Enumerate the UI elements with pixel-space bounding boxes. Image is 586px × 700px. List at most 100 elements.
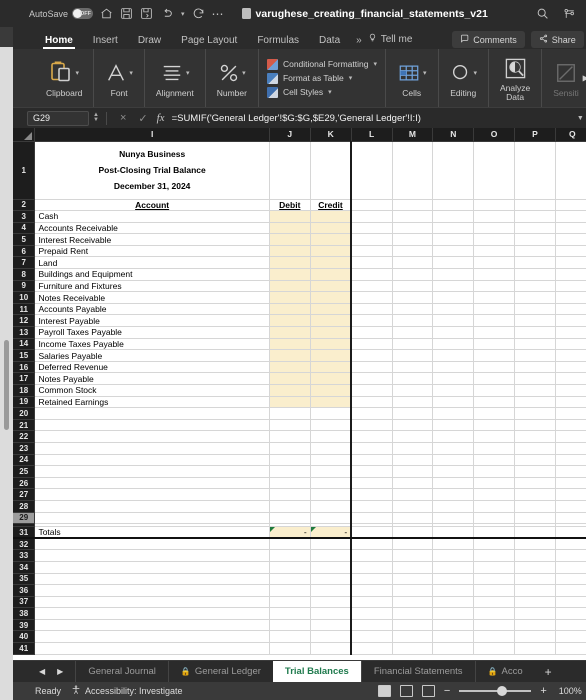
column-header-O[interactable]: O [473,128,516,142]
cell-styles-chevron-down-icon[interactable]: ▾ [328,88,332,96]
cell-J39[interactable] [269,619,311,632]
cell-J36[interactable] [269,584,311,597]
cell-K5[interactable] [310,233,353,246]
column-header-N[interactable]: N [432,128,475,142]
cell-styles-button[interactable]: Cell Styles ▾ [266,86,332,98]
enter-icon[interactable]: ✓ [138,112,147,125]
account-cell-I31[interactable]: Totals [34,526,270,540]
header-credit[interactable]: Credit [310,199,353,212]
cell-J28[interactable] [269,500,311,513]
cell-O27[interactable] [473,488,516,501]
cell-L3[interactable] [351,210,393,223]
row-header-38[interactable]: 38 [13,607,36,620]
cell-I33[interactable] [34,549,270,562]
cell-J26[interactable] [269,477,311,490]
cell-Q39[interactable] [555,619,586,632]
cell-Q9[interactable] [555,280,586,293]
cell-N1[interactable] [432,141,475,200]
cell-N22[interactable] [432,430,475,443]
cell-O38[interactable] [473,607,516,620]
account-cell-I7[interactable]: Land [34,256,270,270]
row-header-7[interactable]: 7 [13,256,36,270]
normal-view-icon[interactable] [377,685,391,697]
account-cell-I17[interactable]: Notes Payable [34,372,270,385]
column-header-K[interactable]: K [310,128,352,142]
autosave-toggle[interactable]: AutoSave OFF [29,8,94,19]
account-cell-I18[interactable]: Common Stock [34,384,270,397]
cell-L39[interactable] [351,619,393,632]
cell-J20[interactable] [269,407,311,420]
cell-M25[interactable] [392,465,434,478]
format-as-table-button[interactable]: Format as Table ▾ [266,72,352,84]
sheet-tab-financial-statements[interactable]: Financial Statements [360,661,475,682]
cell-J3[interactable] [269,210,311,223]
cell-O34[interactable] [473,561,516,574]
cell-Q14[interactable] [555,338,586,351]
editing-icon[interactable]: ▾ [450,59,477,87]
cell-O10[interactable] [473,291,516,304]
cell-L31[interactable] [351,526,393,540]
cell-O16[interactable] [473,361,516,374]
cell-L20[interactable] [351,407,393,420]
cell-O22[interactable] [473,430,516,443]
cell-L12[interactable] [351,314,393,328]
alignment-icon[interactable]: ▾ [160,59,190,87]
row-header-34[interactable]: 34 [13,561,36,574]
cell-Q28[interactable] [555,500,586,513]
cell-M4[interactable] [392,222,434,235]
cell-P24[interactable] [514,454,556,467]
column-header-Q[interactable]: Q [555,128,586,142]
cell-M17[interactable] [392,372,434,385]
cell-N7[interactable] [432,256,475,270]
alignment-chevron-down-icon[interactable]: ▾ [186,69,190,77]
font-group[interactable]: ▾ Font [94,49,145,107]
zoom-in-button[interactable]: + [540,685,546,697]
alignment-group[interactable]: ▾ Alignment [145,49,206,107]
cell-I25[interactable] [34,465,270,478]
cell-I36[interactable] [34,584,270,597]
cell-Q27[interactable] [555,488,586,501]
cells-icon[interactable]: ▾ [397,59,427,87]
cell-J19[interactable] [269,396,311,409]
cell-P32[interactable] [514,538,556,551]
cell-J27[interactable] [269,488,311,501]
cell-P19[interactable] [514,396,556,409]
cell-I38[interactable] [34,607,270,620]
number-chevron-down-icon[interactable]: ▾ [242,69,246,77]
cell-L18[interactable] [351,384,393,397]
cell-M10[interactable] [392,291,434,304]
cell-N8[interactable] [432,268,475,281]
cell-Q35[interactable] [555,573,586,586]
cell-K28[interactable] [310,500,353,513]
accessibility-button[interactable]: Accessibility: Investigate [71,685,183,697]
cell-K14[interactable] [310,338,353,351]
zoom-slider[interactable] [459,686,532,696]
cell-N3[interactable] [432,210,475,223]
cell-M19[interactable] [392,396,434,409]
cell-J15[interactable] [269,349,311,362]
cell-M20[interactable] [392,407,434,420]
cell-M7[interactable] [392,256,434,270]
cell-M21[interactable] [392,419,434,432]
zoom-out-button[interactable]: − [444,685,450,697]
cell-L29[interactable] [351,512,393,525]
cell-N13[interactable] [432,326,475,339]
row-header-41[interactable]: 41 [13,642,36,655]
cell-L34[interactable] [351,561,393,574]
sheet-tab-general-ledger[interactable]: 🔒 General Ledger [167,661,273,682]
cell-O37[interactable] [473,596,516,609]
row-header-8[interactable]: 8 [13,268,36,281]
settings-icon[interactable] [563,7,576,20]
cell-L1[interactable] [351,141,393,200]
cell-P37[interactable] [514,596,556,609]
cell-O9[interactable] [473,280,516,293]
account-cell-I5[interactable]: Interest Receivable [34,233,270,246]
save-icon[interactable] [120,7,133,20]
cell-L28[interactable] [351,500,393,513]
cell-N37[interactable] [432,596,475,609]
cell-J5[interactable] [269,233,311,246]
header-debit[interactable]: Debit [269,199,311,212]
cell-L41[interactable] [351,642,393,655]
cell-Q4[interactable] [555,222,586,235]
cell-J18[interactable] [269,384,311,397]
